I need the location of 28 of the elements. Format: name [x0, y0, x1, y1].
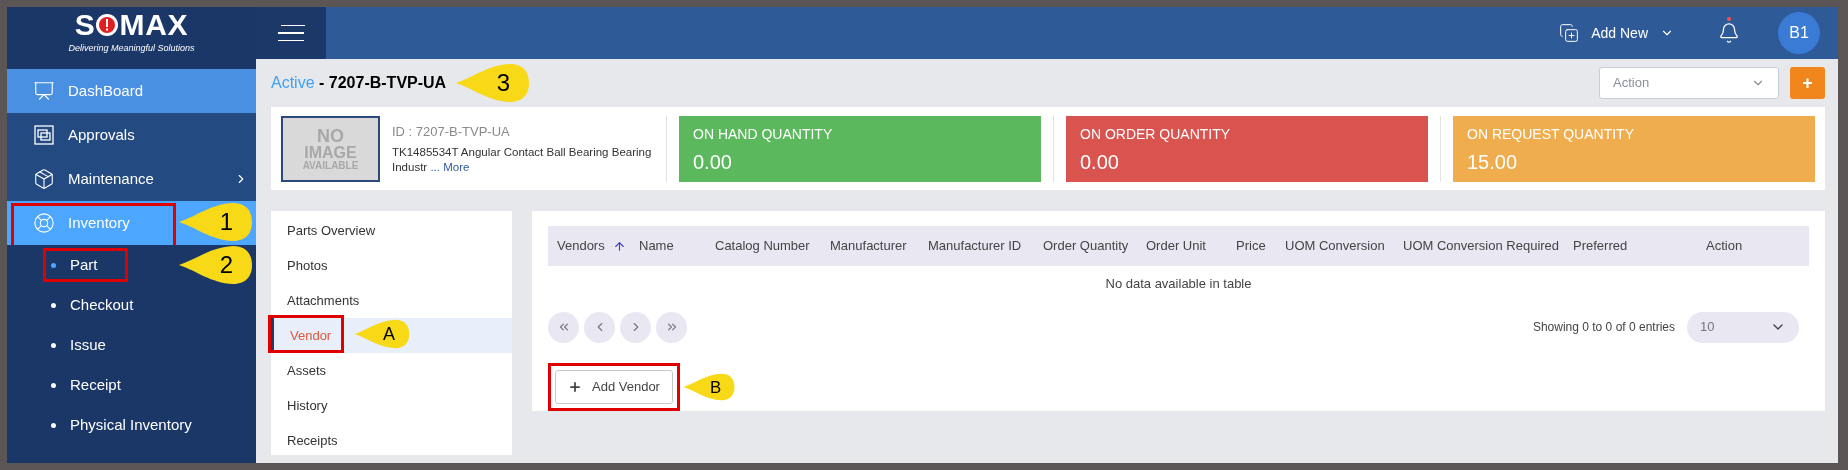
nav-label: Part: [70, 254, 98, 275]
nav-label: Inventory: [68, 212, 130, 233]
quantity-label: ON REQUEST QUANTITY: [1467, 124, 1635, 144]
callout-badge: 3: [454, 63, 531, 103]
nav-label: Approvals: [68, 124, 135, 145]
quantity-value: 0.00: [1080, 149, 1120, 175]
status-label: Active: [271, 73, 315, 93]
table-info: Showing 0 to 0 of 0 entries: [1532, 319, 1675, 336]
quantity-label: ON ORDER QUANTITY: [1080, 124, 1232, 144]
part-id: ID : 7207-B-TVP-UA: [392, 123, 511, 142]
nav-label: DashBoard: [68, 80, 144, 101]
nav-label: Issue: [70, 334, 106, 355]
logo-letter: S: [74, 10, 96, 41]
callout-badge: 1: [177, 202, 253, 242]
nav-label: Physical Inventory: [70, 414, 192, 435]
quantity-value: 15.00: [1467, 149, 1519, 175]
callout-badge: 2: [177, 245, 253, 285]
empty-message: No data available in table: [1104, 275, 1253, 293]
quantity-value: 0.00: [693, 149, 733, 175]
nav-label: Maintenance: [68, 168, 154, 189]
nav-label: Checkout: [70, 294, 134, 315]
part-description: TK1485534T Angular Contact Ball Bearing Bearing Industr ... More: [392, 144, 653, 175]
part-title: - 7207-B-TVP-UA: [318, 73, 447, 93]
quantity-label: ON HAND QUANTITY: [693, 124, 834, 144]
logo-tagline: Delivering Meaningful Solutions: [68, 42, 195, 56]
nav-label: Receipt: [70, 374, 121, 395]
callout-badge: A: [353, 319, 410, 349]
logo-text: MAX: [119, 10, 189, 41]
